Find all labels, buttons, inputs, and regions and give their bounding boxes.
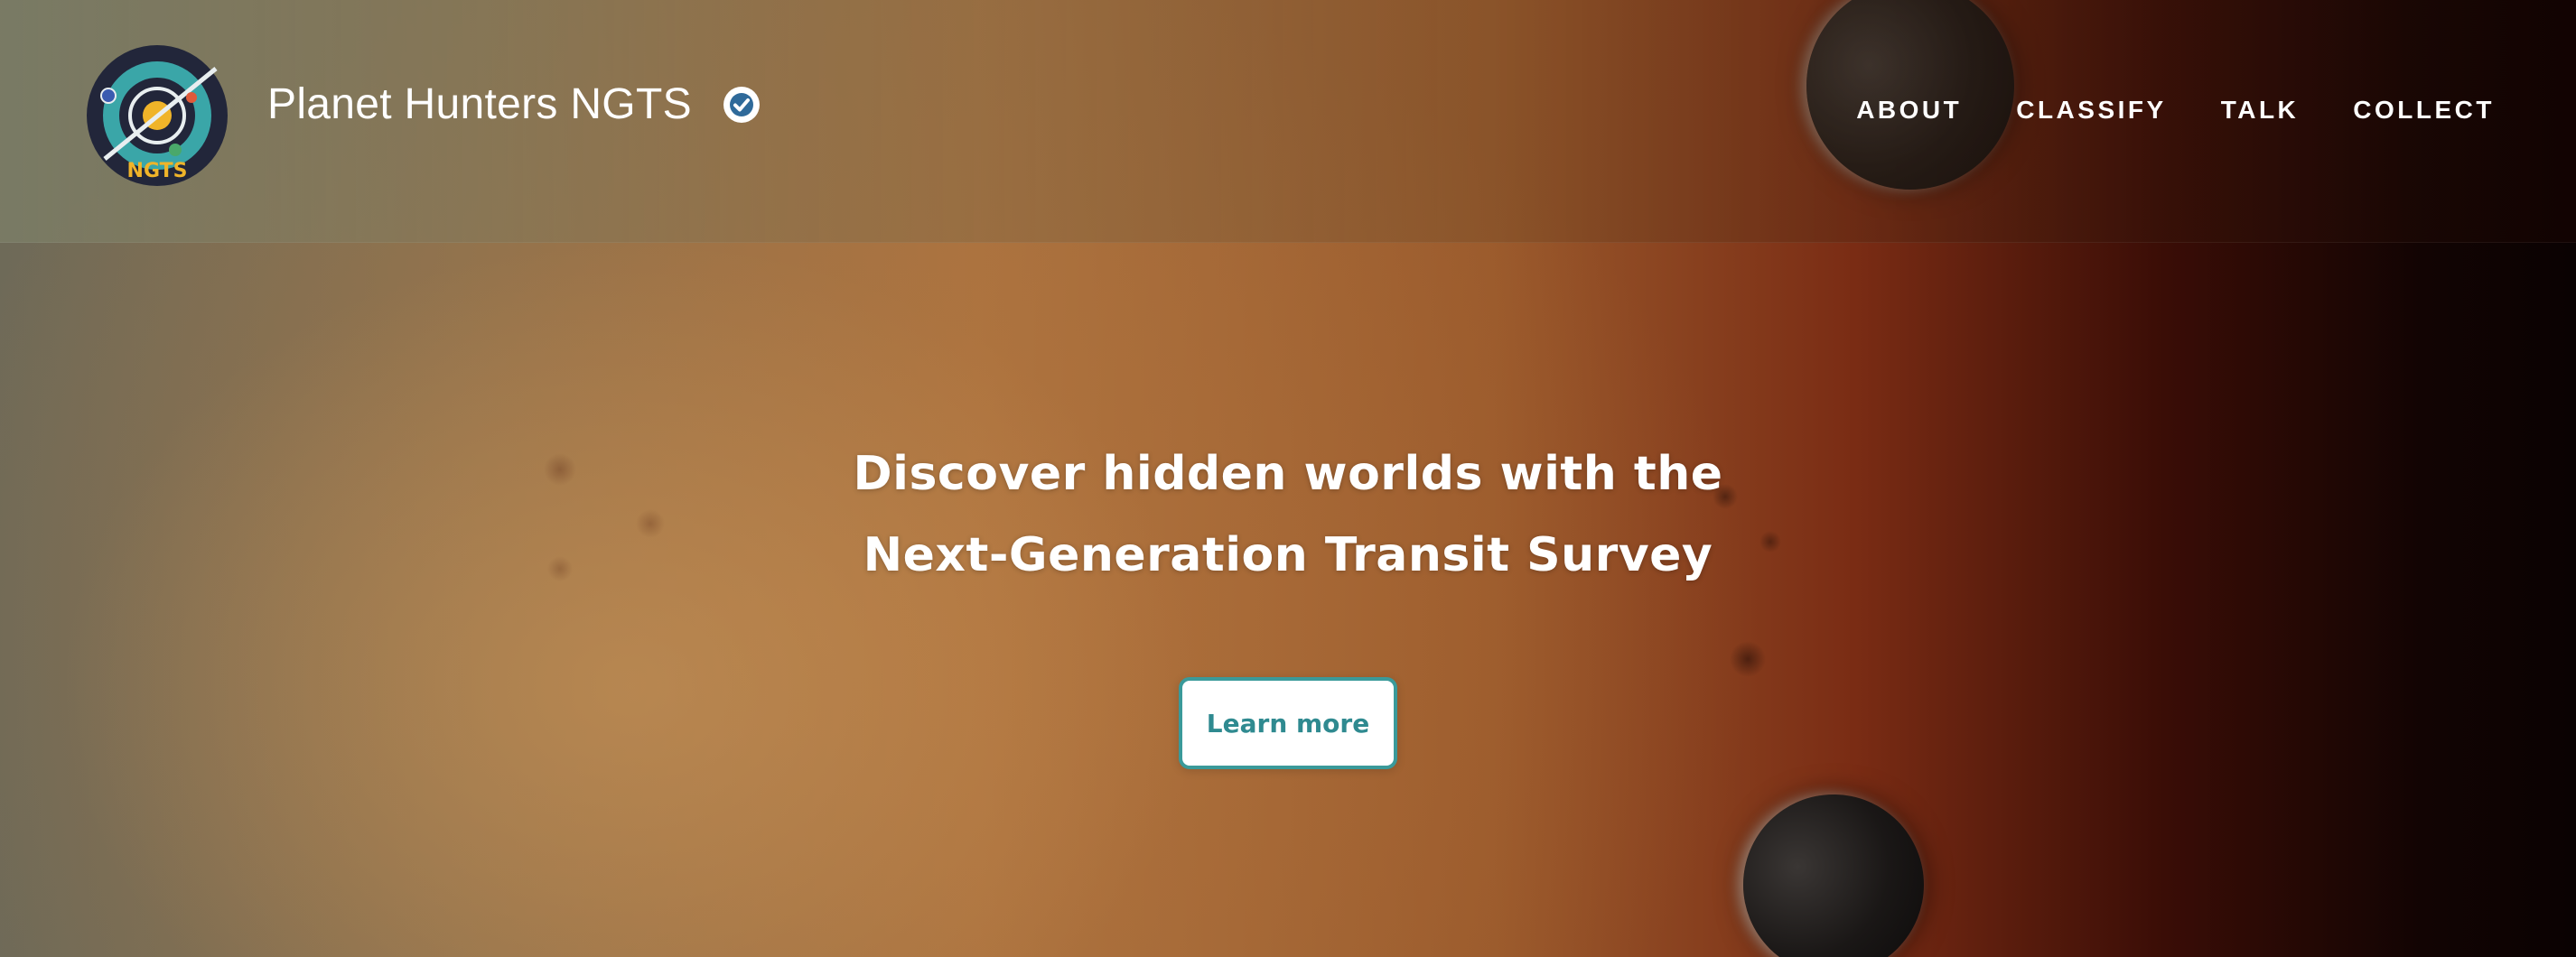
project-home-page: NGTS Planet Hunters NGTS ABOUT CLASSIFY … xyxy=(0,0,2576,957)
project-nav: ABOUT CLASSIFY TALK COLLECT xyxy=(1856,96,2495,125)
hero-headline-line-1: Discover hidden worlds with the xyxy=(853,447,1723,501)
nav-about[interactable]: ABOUT xyxy=(1856,96,1962,125)
nav-classify[interactable]: CLASSIFY xyxy=(2016,96,2166,125)
nav-collect[interactable]: COLLECT xyxy=(2353,96,2495,125)
cta-container: Learn more xyxy=(0,677,2576,769)
brand: Planet Hunters NGTS xyxy=(267,79,761,129)
project-header: NGTS Planet Hunters NGTS ABOUT CLASSIFY … xyxy=(0,0,2576,243)
nav-talk[interactable]: TALK xyxy=(2221,96,2300,125)
ngts-logo-icon: NGTS xyxy=(87,45,228,186)
project-logo[interactable]: NGTS xyxy=(85,43,229,188)
verified-check-icon xyxy=(723,86,761,124)
moon-bottom-image xyxy=(1743,794,1924,957)
project-title[interactable]: Planet Hunters NGTS xyxy=(267,79,692,129)
learn-more-button[interactable]: Learn more xyxy=(1179,677,1397,769)
hero-headline-line-2: Next-Generation Transit Survey xyxy=(863,528,1713,582)
hero-section: Discover hidden worlds with the Next-Gen… xyxy=(0,433,2576,596)
svg-text:NGTS: NGTS xyxy=(127,160,188,182)
